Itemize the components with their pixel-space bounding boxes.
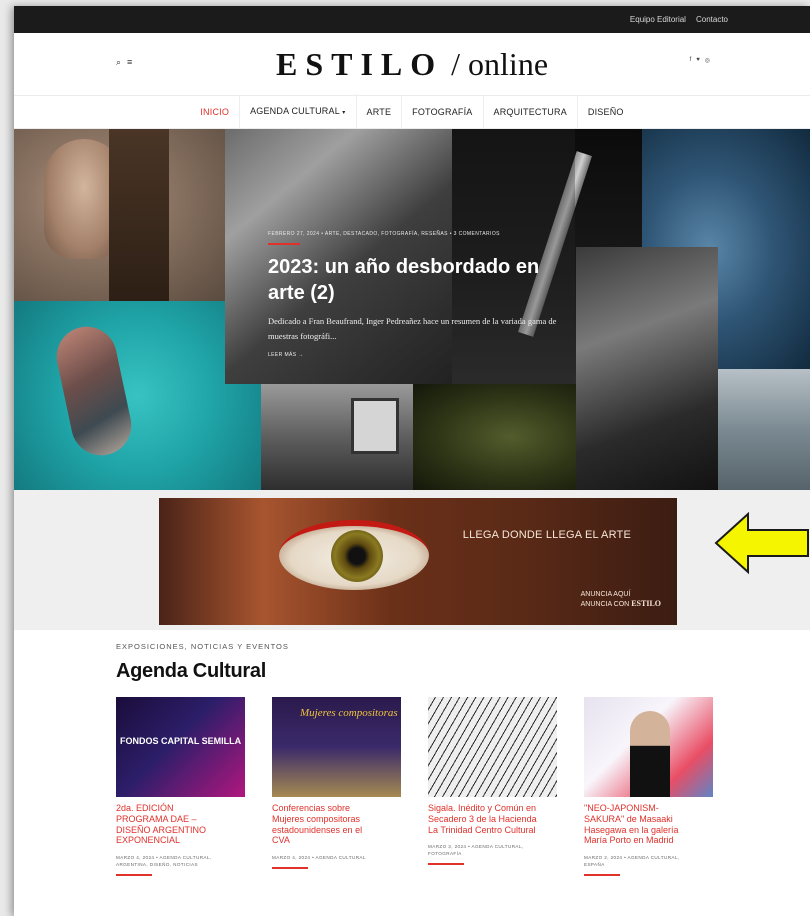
logo-separator: /: [451, 45, 461, 82]
card-meta: MARZO 4, 2024 • AGENDA CULTURAL, ARGENTI…: [116, 855, 212, 867]
ad-band: LLEGA DONDE LLEGA EL ARTE ANUNCIA AQUÍ A…: [14, 490, 810, 630]
agenda-card[interactable]: Sigala. Inédito y Común en Secadero 3 de…: [428, 697, 557, 876]
section-title: Agenda Cultural: [116, 660, 266, 682]
chevron-down-icon: ▾: [342, 110, 346, 116]
hero-accent-line: [268, 243, 300, 245]
browser-page: Equipo Editorial Contacto ⌕ ≡ ESTILO / o…: [14, 6, 810, 916]
search-icon[interactable]: ⌕: [116, 57, 121, 68]
card-title[interactable]: 2da. EDICIÓN PROGRAMA DAE – DISEÑO ARGEN…: [116, 803, 226, 846]
card-title[interactable]: Sigala. Inédito y Común en Secadero 3 de…: [428, 803, 538, 835]
ad-cta-line2: ANUNCIA CON ESTILO: [581, 599, 661, 609]
nav-item-arte[interactable]: ARTE: [357, 95, 403, 129]
hero-post-meta: FEBRERO 27, 2024 • ARTE, DESTACADO, FOTO…: [268, 231, 500, 237]
top-bar: Equipo Editorial Contacto: [14, 6, 810, 33]
agenda-card[interactable]: "NEO-JAPONISM-SAKURA" de Masaaki Hasegaw…: [584, 697, 713, 876]
card-title[interactable]: "NEO-JAPONISM-SAKURA" de Masaaki Hasegaw…: [584, 803, 694, 846]
ad-cta-brand: ESTILO: [631, 599, 661, 609]
nav-item-fotografia[interactable]: FOTOGRAFÍA: [402, 95, 484, 129]
ad-banner[interactable]: LLEGA DONDE LLEGA EL ARTE ANUNCIA AQUÍ A…: [159, 498, 677, 625]
hair-shape: [109, 129, 169, 301]
nav-item-arquitectura[interactable]: ARQUITECTURA: [484, 95, 578, 129]
ad-cta-line1: ANUNCIA AQUÍ: [580, 591, 631, 598]
hero-photo-portrait[interactable]: [14, 129, 225, 301]
ad-cta: ANUNCIA AQUÍ ANUNCIA CON ESTILO: [581, 590, 661, 609]
window-shape: [351, 398, 399, 454]
topbar-link-equipo-editorial[interactable]: Equipo Editorial: [630, 15, 686, 24]
social-icons: f ♥ ◎: [690, 57, 710, 64]
card-meta: MARZO 3, 2024 • AGENDA CULTURAL, FOTOGRA…: [428, 844, 524, 857]
hero-photo-coast[interactable]: [718, 369, 810, 490]
card-image-text: Mujeres compositoras: [300, 707, 398, 719]
card-title[interactable]: Conferencias sobre Mujeres compositoras …: [272, 803, 382, 846]
logo-main: ESTILO: [275, 45, 444, 82]
person-shape: [630, 711, 670, 797]
agenda-card[interactable]: Mujeres compositoras Conferencias sobre …: [272, 697, 401, 876]
nav-item-inicio[interactable]: INICIO: [190, 95, 241, 129]
hero-photo-foliage[interactable]: [413, 384, 576, 490]
card-meta: MARZO 2, 2024 • AGENDA CULTURAL, ESPAÑA: [584, 855, 680, 867]
yellow-arrow-icon: [714, 511, 809, 575]
menu-icon[interactable]: ≡: [127, 57, 132, 68]
topbar-link-contacto[interactable]: Contacto: [696, 15, 728, 24]
read-more-link[interactable]: LEER MÁS →: [268, 352, 568, 358]
instagram-icon[interactable]: ◎: [705, 57, 710, 64]
hero-photo-fish[interactable]: [14, 301, 261, 490]
hero-post-excerpt: Dedicado a Fran Beaufrand, Inger Pedreañ…: [268, 316, 557, 341]
site-header: ⌕ ≡ ESTILO / online f ♥ ◎: [14, 33, 810, 95]
twitter-icon[interactable]: ♥: [696, 57, 700, 64]
card-image-text: FONDOS CAPITAL SEMILLA: [120, 736, 242, 746]
agenda-section: EXPOSICIONES, NOTICIAS Y EVENTOS Agenda …: [14, 630, 810, 876]
agenda-cards: FONDOS CAPITAL SEMILLA 2da. EDICIÓN PROG…: [116, 697, 810, 876]
main-nav: INICIO AGENDA CULTURAL ▾ ARTE FOTOGRAFÍA…: [14, 94, 810, 130]
iris-image: [331, 530, 383, 582]
card-image[interactable]: [428, 697, 557, 797]
card-meta: MARZO 4, 2024 • AGENDA CULTURAL: [272, 855, 366, 861]
card-accent-line: [584, 873, 620, 876]
card-image[interactable]: Mujeres compositoras: [272, 697, 401, 797]
nav-item-agenda-cultural[interactable]: AGENDA CULTURAL ▾: [240, 94, 357, 130]
ad-cta-prefix: ANUNCIA CON: [580, 601, 630, 609]
card-accent-line: [272, 866, 308, 869]
facebook-icon[interactable]: f: [690, 57, 692, 64]
card-image[interactable]: FONDOS CAPITAL SEMILLA: [116, 697, 245, 797]
ad-headline: LLEGA DONDE LLEGA EL ARTE: [462, 529, 631, 541]
agenda-card[interactable]: FONDOS CAPITAL SEMILLA 2da. EDICIÓN PROG…: [116, 697, 245, 876]
header-left-tools: ⌕ ≡: [116, 57, 132, 68]
card-image[interactable]: [584, 697, 713, 797]
card-accent-line: [116, 873, 152, 876]
nav-item-label: AGENDA CULTURAL: [250, 106, 340, 116]
hero-post-title[interactable]: 2023: un año desbordado en arte (2): [268, 254, 568, 306]
hero-photo-figures[interactable]: [576, 247, 718, 490]
fish-shape: [51, 321, 137, 461]
hero-photo-window[interactable]: [261, 384, 413, 490]
hero-featured-post: FEBRERO 27, 2024 • ARTE, DESTACADO, FOTO…: [268, 231, 568, 358]
logo-tail: online: [468, 45, 549, 82]
hero-collage: FEBRERO 27, 2024 • ARTE, DESTACADO, FOTO…: [14, 129, 810, 490]
card-accent-line: [428, 862, 464, 865]
section-kicker: EXPOSICIONES, NOTICIAS Y EVENTOS: [116, 642, 289, 651]
nav-item-diseno[interactable]: DISEÑO: [578, 95, 634, 129]
site-logo[interactable]: ESTILO / online: [276, 46, 548, 83]
